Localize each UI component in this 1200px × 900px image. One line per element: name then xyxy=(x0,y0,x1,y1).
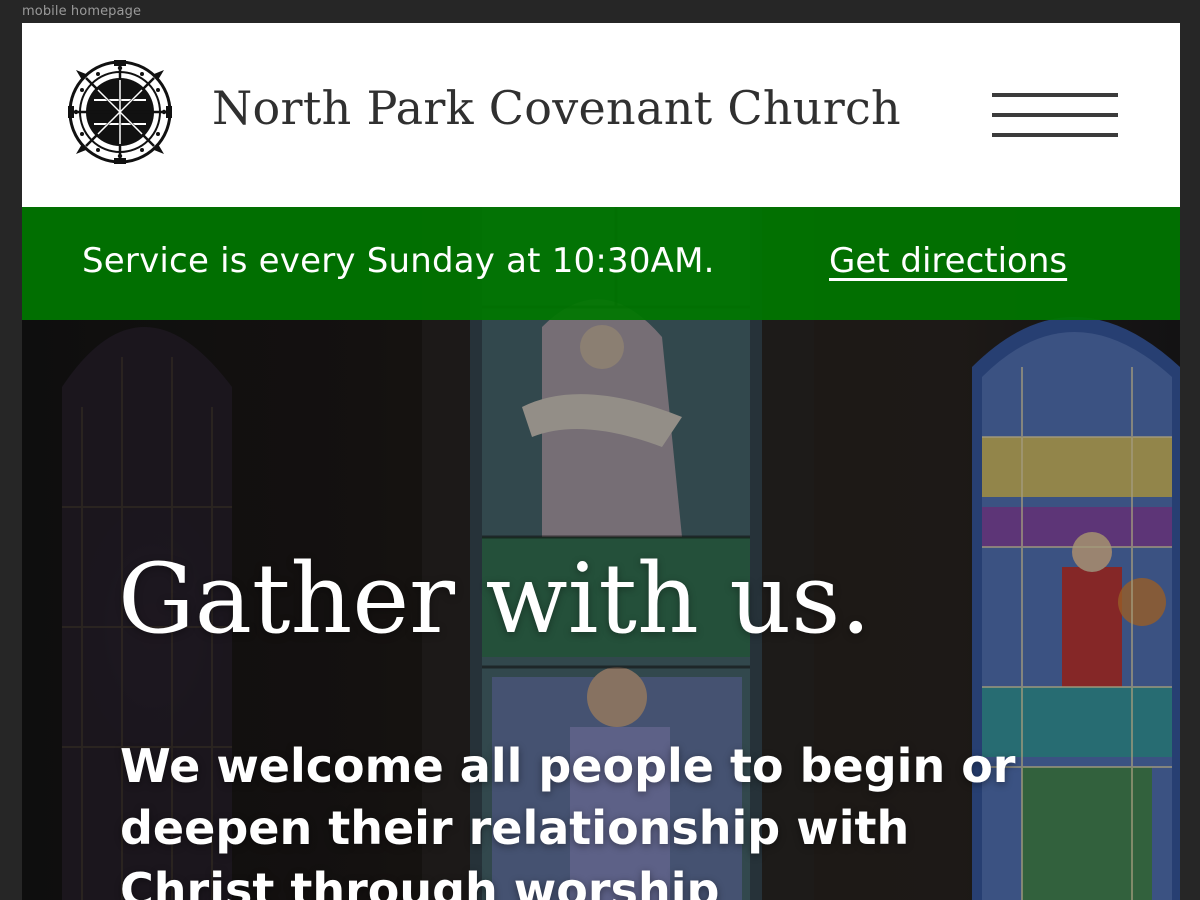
hamburger-menu-icon[interactable] xyxy=(992,93,1118,139)
artboard-label: mobile homepage xyxy=(22,4,142,19)
menu-bar-middle xyxy=(992,113,1118,117)
mobile-homepage-frame: North Park Covenant Church Service is ev… xyxy=(22,23,1180,900)
menu-bar-top xyxy=(992,93,1118,97)
site-header: North Park Covenant Church xyxy=(22,23,1180,207)
hero-subheading: We welcome all people to begin or deepen… xyxy=(120,739,1016,900)
service-time-text: Service is every Sunday at 10:30AM. xyxy=(82,241,715,281)
menu-bar-bottom xyxy=(992,133,1118,137)
service-times-banner: Service is every Sunday at 10:30AM. Get … xyxy=(22,207,1180,320)
site-title[interactable]: North Park Covenant Church xyxy=(212,81,901,135)
church-logo-icon[interactable] xyxy=(64,60,176,164)
get-directions-link[interactable]: Get directions xyxy=(829,241,1067,281)
hero-heading: Gather with us. xyxy=(118,543,871,655)
